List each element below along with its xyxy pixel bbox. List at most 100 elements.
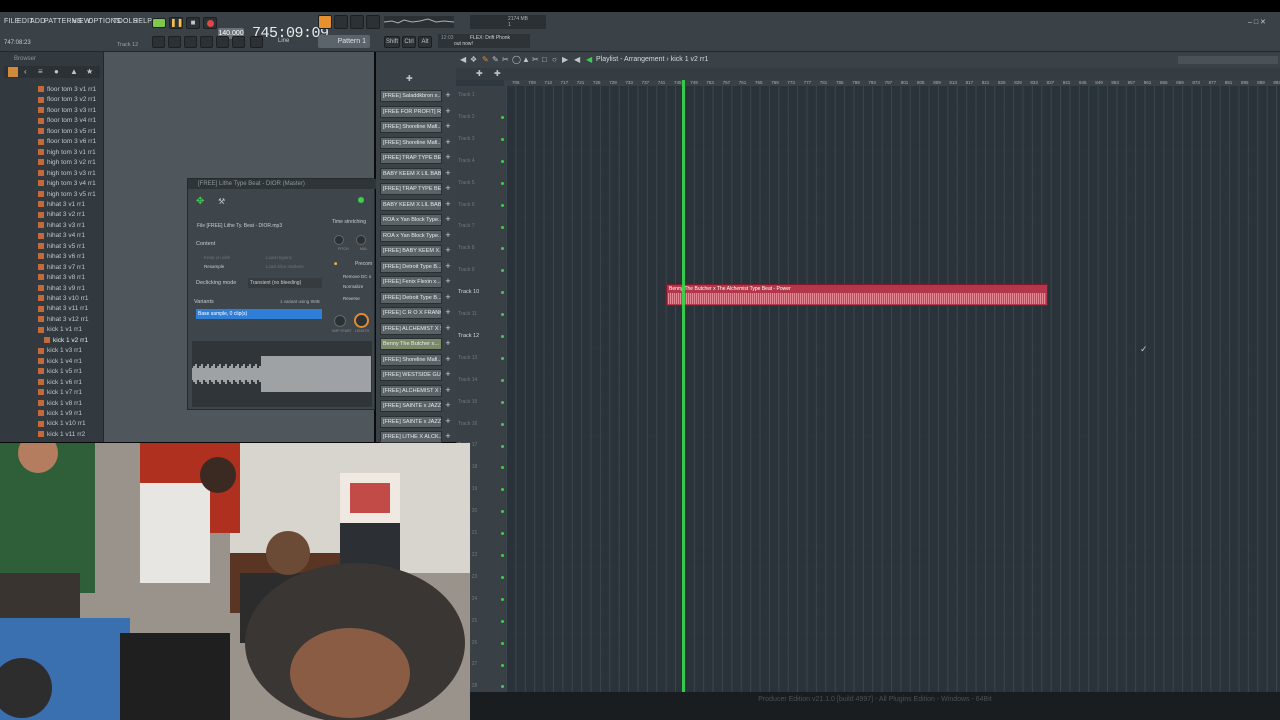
track-label[interactable]: Track 6 — [458, 202, 474, 208]
audio-clip[interactable]: Benny The Butcher x The Alchemist Type B… — [666, 284, 1048, 306]
browser-toggle-icon[interactable] — [216, 36, 229, 48]
search-icon[interactable]: ● — [54, 67, 59, 77]
collapse-icon[interactable]: ≡ — [38, 67, 43, 77]
draw-tool-icon[interactable]: ✎ — [482, 55, 489, 65]
browser-item[interactable]: kick 1 v1 rr1 — [38, 326, 82, 333]
pattern-item[interactable]: [FREE] Detroit Type B... — [380, 260, 442, 273]
track-label[interactable]: Track 7 — [458, 223, 474, 229]
browser-item[interactable]: floor tom 3 v1 rr1 — [38, 86, 96, 93]
add-pattern-icon[interactable]: + — [443, 214, 453, 226]
browser-item[interactable]: floor tom 3 v6 rr1 — [38, 138, 96, 145]
track-label[interactable]: Track 1 — [458, 92, 474, 98]
add-pattern-icon[interactable]: + — [443, 338, 453, 350]
arrow-icon[interactable]: ✚ — [406, 74, 413, 84]
track-label[interactable]: Track 10 — [458, 289, 479, 295]
track-led[interactable] — [501, 335, 504, 338]
browser-item[interactable]: high tom 3 v4 rr1 — [38, 180, 96, 187]
add-pattern-icon[interactable]: + — [443, 230, 453, 242]
remove-dc[interactable]: Remove DC o — [343, 274, 371, 279]
track-led[interactable] — [501, 466, 504, 470]
track-led[interactable] — [501, 619, 504, 623]
track-label[interactable]: Track 9 — [458, 267, 474, 273]
resample-option[interactable]: Resample — [204, 264, 224, 269]
slice-tool-icon[interactable]: ✂ — [532, 55, 539, 65]
track-led[interactable] — [501, 356, 504, 360]
add-pattern-icon[interactable]: + — [443, 168, 453, 180]
sample-waveform[interactable] — [192, 341, 372, 407]
browser-item[interactable]: floor tom 3 v4 rr1 — [38, 117, 96, 124]
pattern-item[interactable]: [FREE] C R O X FRANK... — [380, 307, 442, 319]
speaker-icon[interactable]: ◀ — [574, 55, 580, 65]
add-pattern-icon[interactable]: + — [443, 276, 453, 288]
track-led[interactable] — [501, 269, 504, 273]
metronome-icon[interactable] — [318, 15, 332, 29]
track-label[interactable]: Track 8 — [458, 245, 474, 251]
loop-record-icon[interactable] — [350, 15, 364, 29]
playlist-breadcrumb[interactable]: Playlist - Arrangement › kick 1 v2 rr1 — [596, 56, 708, 63]
browser-item[interactable]: hihat 3 v8 rr1 — [38, 274, 85, 281]
browser-item[interactable]: floor tom 3 v2 rr1 — [38, 96, 96, 103]
browser-item[interactable]: hihat 3 v2 rr1 — [38, 211, 85, 218]
pattern-item[interactable]: [FREE] Shoreline Mafi... — [380, 136, 442, 149]
pattern-item[interactable]: [FREE] SAINTE x JAZZ... — [380, 400, 442, 412]
track-label[interactable]: Track 3 — [458, 136, 474, 142]
playlist-grid[interactable] — [506, 86, 1280, 692]
track-label[interactable]: Track 4 — [458, 158, 474, 164]
browser-item[interactable]: hihat 3 v12 rr1 — [38, 316, 89, 323]
pattern-item[interactable]: [FREE] WESTSIDE GUN... — [380, 369, 442, 381]
precompute-icon[interactable]: ■ — [334, 261, 337, 267]
browser-item[interactable]: kick 1 v2 rr1 — [44, 337, 88, 344]
pattern-item[interactable]: ROA x Yan Block Type... — [380, 229, 442, 242]
add-pattern-icon[interactable]: + — [443, 400, 453, 412]
track-led[interactable] — [501, 641, 504, 645]
browser-item[interactable]: hihat 3 v5 rr1 — [38, 243, 85, 250]
track-led[interactable] — [501, 488, 504, 492]
browser-item[interactable]: high tom 3 v5 rr1 — [38, 191, 96, 198]
add-pattern-icon[interactable]: + — [443, 152, 453, 164]
browser-menu-icon[interactable] — [8, 67, 18, 77]
pattern-item[interactable]: ROA x Yan Block Type... — [380, 214, 442, 226]
pattern-selector[interactable]: Pattern 1 — [318, 35, 370, 48]
track-led[interactable] — [501, 444, 504, 448]
playlist-menu-icon[interactable]: ◀ — [460, 55, 466, 65]
browser-item[interactable]: hihat 3 v11 rr1 — [38, 305, 88, 312]
add-pattern-icon[interactable]: + — [443, 307, 453, 319]
file-name[interactable]: File [FREE] Lithe Ty. Beat - DIOR.mp3 — [197, 223, 282, 229]
add-track-icon[interactable]: ✚ — [476, 69, 483, 79]
track-label[interactable]: Track 12 — [458, 333, 479, 339]
news-panel[interactable]: 12:03 FLEX: Drift Phonk out now! — [438, 34, 530, 48]
browser-item[interactable]: kick 1 v10 rr1 — [38, 420, 86, 427]
browser-item[interactable]: hihat 3 v9 rr1 — [38, 285, 85, 292]
track-led[interactable] — [501, 181, 504, 185]
add-pattern-icon[interactable]: + — [443, 369, 453, 381]
browser-item[interactable]: hihat 3 v7 rr1 — [38, 264, 85, 271]
browser-item[interactable]: floor tom 3 v5 rr1 — [38, 128, 96, 135]
track-led[interactable] — [501, 575, 504, 579]
pattern-item[interactable]: BABY KEEM X LIL BAB... — [380, 198, 442, 211]
mul-knob[interactable] — [356, 235, 366, 245]
pitch-knob[interactable] — [334, 235, 344, 245]
load-regions[interactable]: Load regions — [266, 255, 292, 260]
track-led[interactable] — [501, 247, 504, 251]
track-led[interactable] — [501, 159, 504, 163]
add-pattern-icon[interactable]: + — [443, 121, 453, 133]
reverse[interactable]: Reverse — [343, 296, 360, 301]
back-icon[interactable]: ‹ — [24, 67, 27, 77]
arrangement-icon[interactable]: ◀ — [586, 55, 592, 65]
pat-song-toggle[interactable] — [152, 18, 166, 28]
track-label[interactable]: Track 14 — [458, 377, 477, 383]
star-icon[interactable]: ★ — [86, 67, 93, 77]
sampler-title[interactable]: [FREE] Lithe Type Beat - DIOR (Master) — [188, 179, 376, 189]
declicking-select[interactable]: Transient (no bleeding) — [248, 278, 322, 288]
pattern-item[interactable]: BABY KEEM X LIL BAB... — [380, 167, 442, 180]
pattern-item[interactable]: [FREE] LITHE X ALCK... — [380, 431, 442, 443]
horizontal-scrollbar[interactable] — [1178, 56, 1278, 64]
browser-item[interactable]: kick 1 v9 rr1 — [38, 410, 82, 417]
play-button[interactable]: ❚❚ — [169, 17, 183, 29]
variant-item[interactable]: Base sample, 0 clip(s) — [196, 309, 322, 319]
pattern-item[interactable]: [FREE] ALCHEMIST X S... — [380, 384, 442, 397]
microphone-icon[interactable] — [250, 36, 263, 48]
playlist-icon[interactable] — [168, 36, 181, 48]
track-led[interactable] — [501, 313, 504, 317]
arrow-tool-icon[interactable]: ✚ — [494, 69, 501, 79]
